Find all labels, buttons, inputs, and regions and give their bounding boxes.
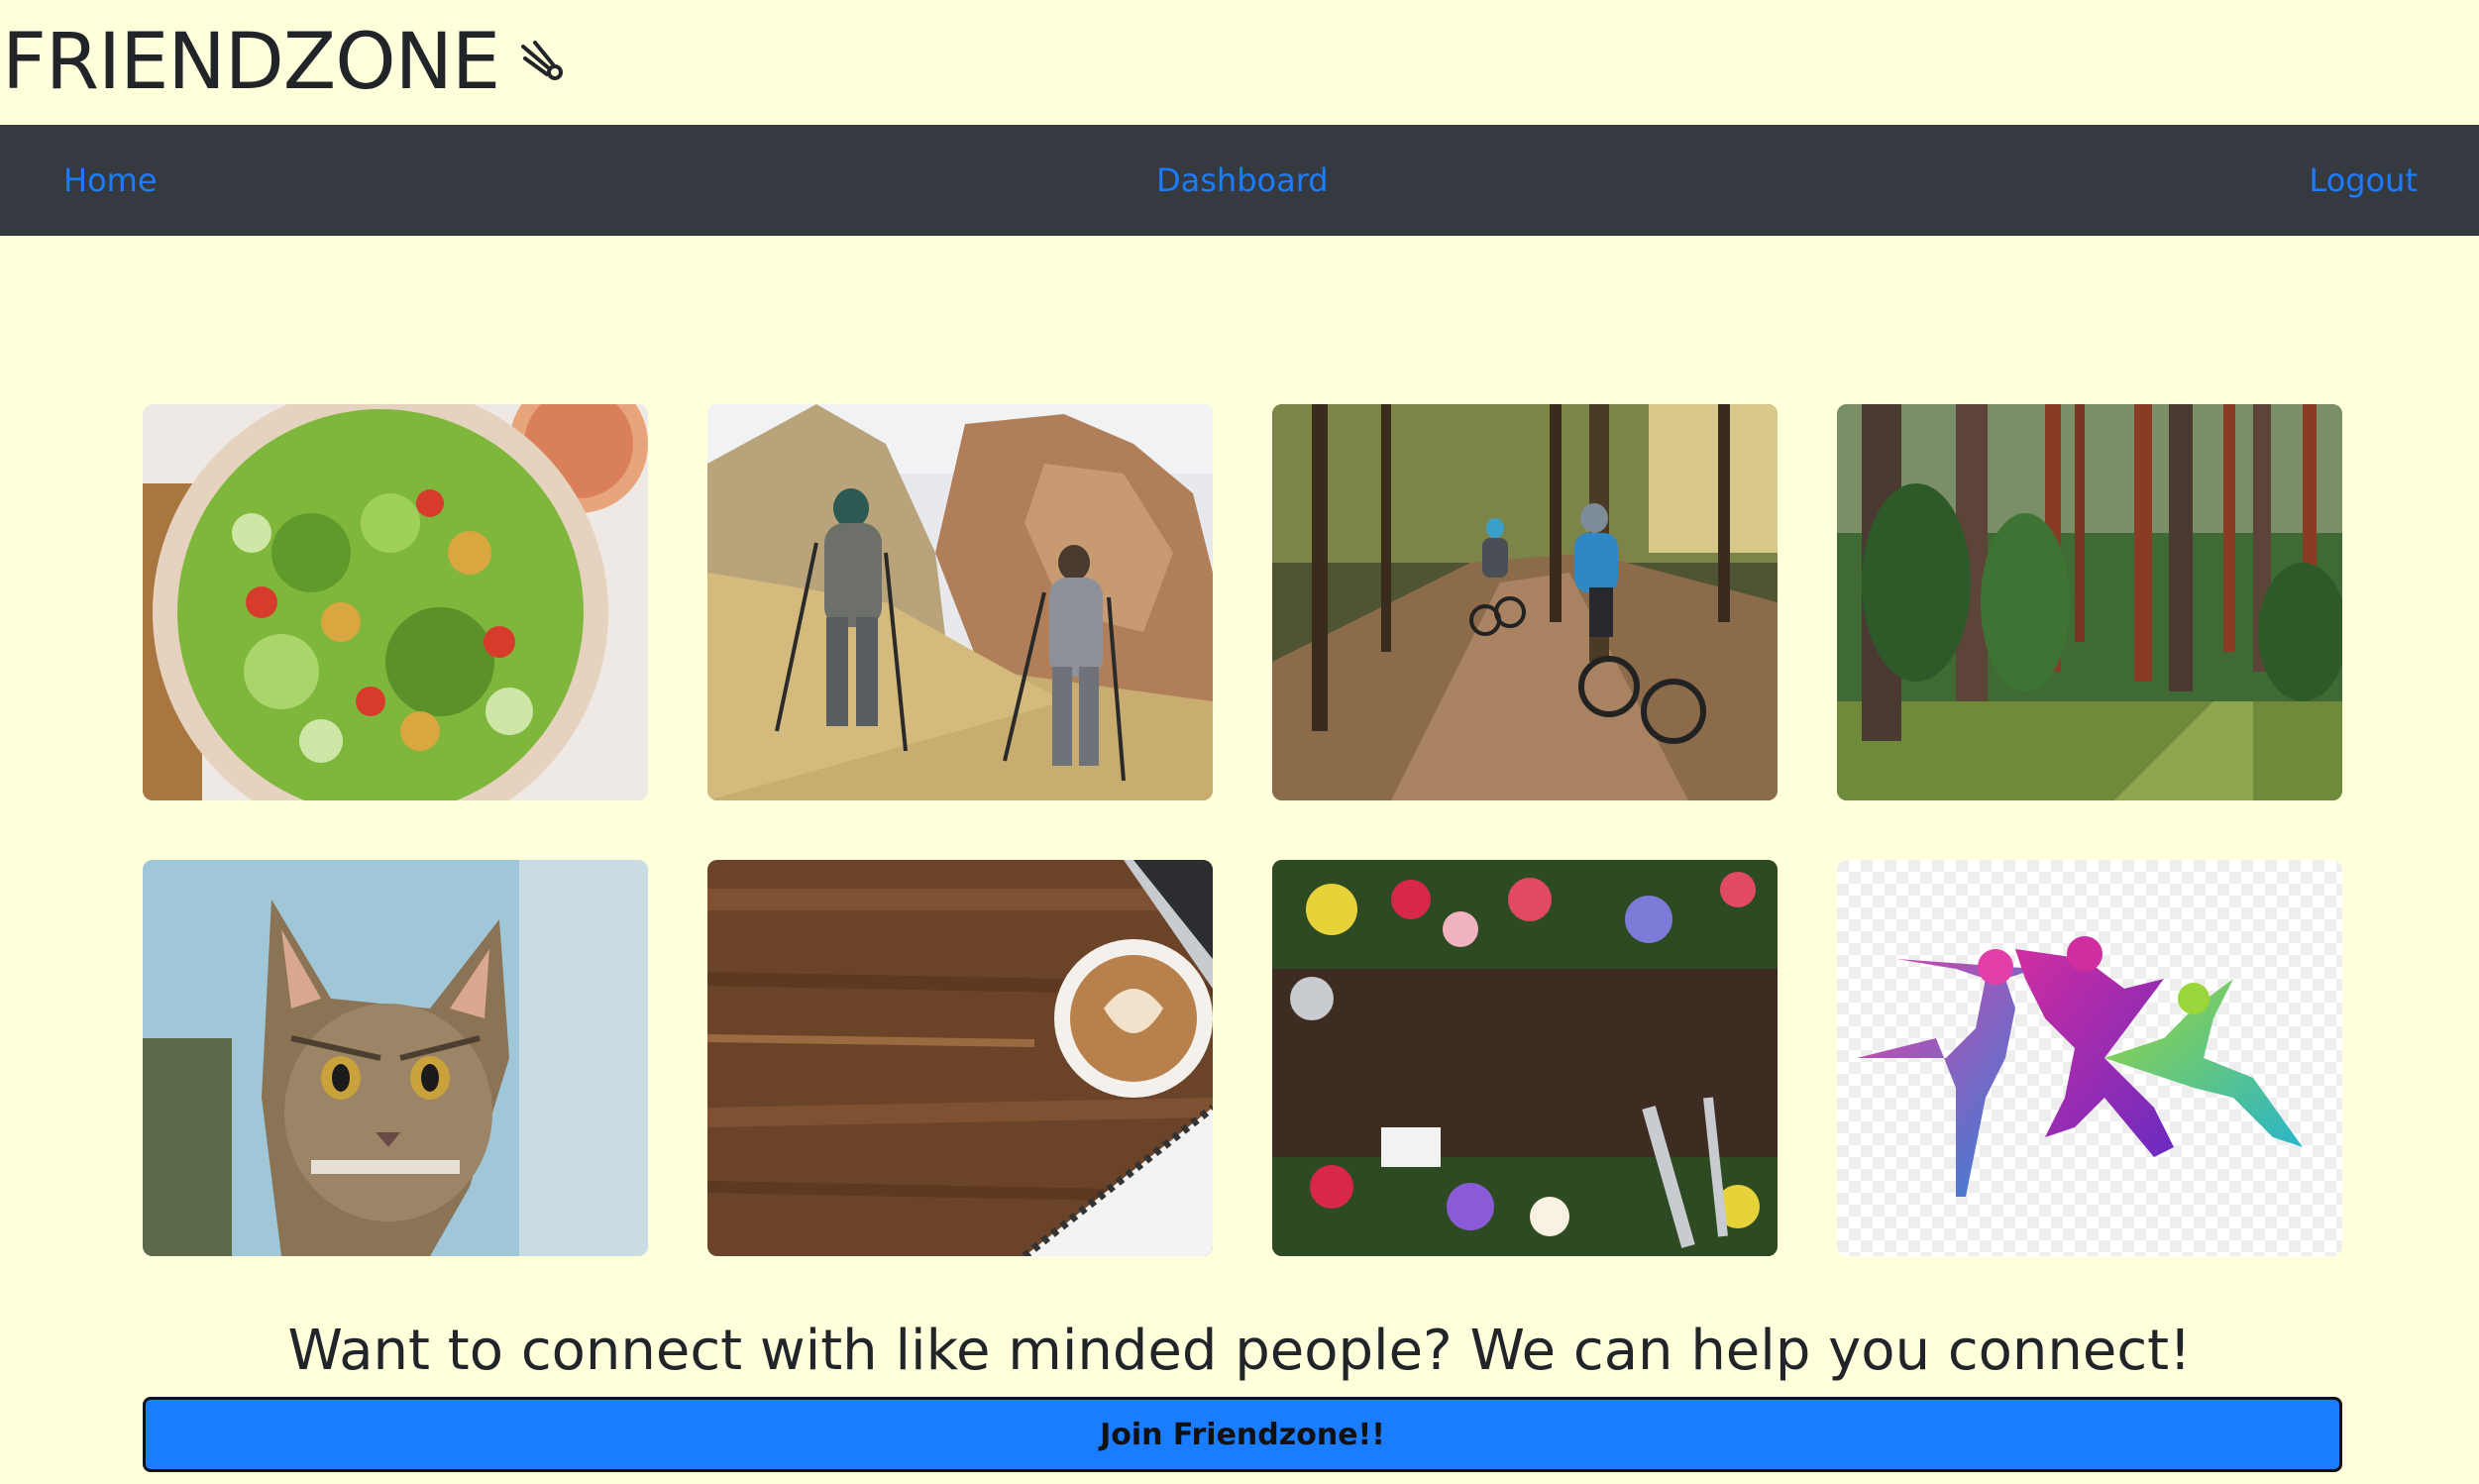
gallery-image-coffee-desk <box>707 860 1213 1256</box>
meteor-icon <box>519 39 567 86</box>
nav-dashboard-link[interactable]: Dashboard <box>1156 125 1329 236</box>
gallery-image-dancers <box>1837 860 2342 1256</box>
nav-home-link[interactable]: Home <box>63 125 158 236</box>
gallery-image-forest <box>1837 404 2342 800</box>
gallery-image-hikers <box>707 404 1213 800</box>
brand-title: FRIENDZONE <box>2 18 500 107</box>
tagline: Want to connect with like minded people?… <box>287 1319 2192 1383</box>
nav-logout-link[interactable]: Logout <box>2309 125 2418 236</box>
gallery-image-salad <box>143 404 648 800</box>
navbar: Home Dashboard Logout <box>0 125 2479 236</box>
gallery-image-cyclists <box>1272 404 1778 800</box>
gallery-image-garden <box>1272 860 1778 1256</box>
join-friendzone-button[interactable]: Join Friendzone!! <box>143 1397 2342 1472</box>
gallery-image-cat <box>143 860 648 1256</box>
brand: FRIENDZONE <box>0 0 567 125</box>
